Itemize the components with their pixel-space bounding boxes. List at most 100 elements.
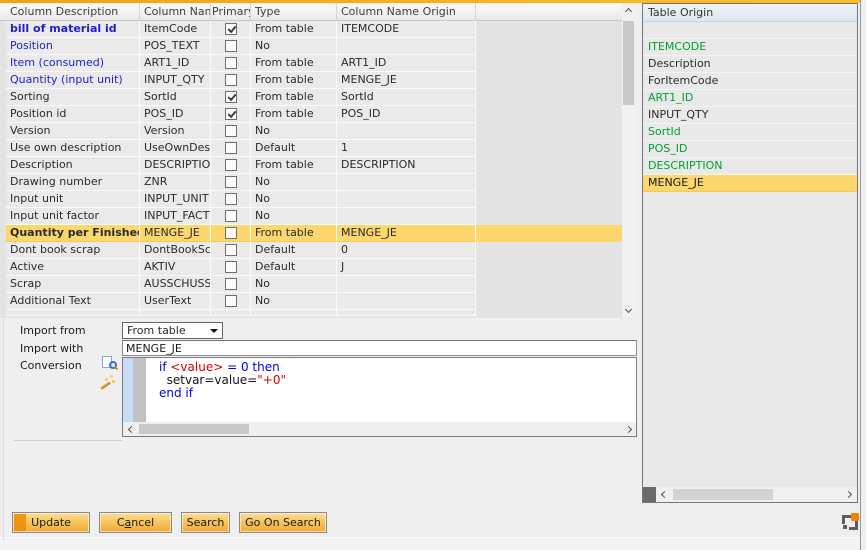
- scroll-thumb[interactable]: [623, 21, 634, 105]
- code-token: then: [252, 360, 279, 374]
- checkbox-icon[interactable]: [225, 57, 237, 69]
- checkbox-icon[interactable]: [225, 159, 237, 171]
- origin-column-item[interactable]: DESCRIPTION: [643, 158, 857, 175]
- cell-filler: [476, 259, 622, 276]
- code-line: end if: [159, 387, 636, 400]
- code-text[interactable]: if <value> = 0 then setvar=value="+0"end…: [146, 358, 636, 422]
- table-row[interactable]: Active AKTIV Default J: [0, 259, 622, 276]
- checkbox-icon[interactable]: [225, 74, 237, 86]
- button-label: Go On Search: [245, 516, 321, 529]
- import-from-dropdown[interactable]: From table: [122, 322, 223, 339]
- cell-primary: [211, 157, 251, 174]
- empty-cell: [6, 310, 140, 316]
- grip-square: [843, 525, 847, 529]
- checkbox-icon[interactable]: [225, 295, 237, 307]
- table-row[interactable]: Drawing number ZNR No: [0, 174, 622, 191]
- table-row[interactable]: Dont book scrap DontBookScrap Default 0: [0, 242, 622, 259]
- cell-column-name: SortId: [140, 89, 211, 106]
- cell-column-name-origin: [337, 293, 476, 310]
- checkbox-icon[interactable]: [225, 244, 237, 256]
- origin-column-item[interactable]: INPUT_QTY: [643, 107, 857, 124]
- cell-primary: [211, 21, 251, 38]
- editor-horizontal-scrollbar[interactable]: [123, 422, 636, 436]
- grip-corner: [849, 521, 858, 530]
- checkbox-icon[interactable]: [225, 23, 237, 35]
- table-row[interactable]: Use own description UseOwnDescription De…: [0, 140, 622, 157]
- checkbox-icon[interactable]: [225, 261, 237, 273]
- table-row[interactable]: Description DESCRIPTION From table DESCR…: [0, 157, 622, 174]
- scroll-track[interactable]: [622, 17, 635, 304]
- update-button[interactable]: Update: [12, 512, 90, 533]
- table-row[interactable]: Input unit INPUT_UNIT No: [0, 191, 622, 208]
- scroll-thumb[interactable]: [673, 489, 773, 500]
- cell-column-name: Version: [140, 123, 211, 140]
- table-row[interactable]: Position POS_TEXT No: [0, 38, 622, 55]
- cell-type: No: [251, 123, 337, 140]
- table-row[interactable]: Quantity per Finished Item MENGE_JE From…: [0, 225, 622, 242]
- code-token: if: [159, 360, 170, 374]
- table-row[interactable]: Item (consumed) ART1_ID From table ART1_…: [0, 55, 622, 72]
- scroll-left-button[interactable]: [656, 487, 671, 502]
- cancel-button[interactable]: Cancel: [99, 512, 172, 533]
- scroll-track[interactable]: [671, 487, 842, 502]
- editor-area[interactable]: if <value> = 0 then setvar=value="+0"end…: [123, 358, 636, 422]
- origin-column-item[interactable]: SortId: [643, 124, 857, 141]
- checkbox-icon[interactable]: [225, 108, 237, 120]
- origin-column-item[interactable]: MENGE_JE: [643, 175, 857, 192]
- script-wizard-icon[interactable]: [99, 374, 115, 390]
- origin-column-item[interactable]: POS_ID: [643, 141, 857, 158]
- checkbox-icon[interactable]: [225, 227, 237, 239]
- grid-vertical-scrollbar[interactable]: [622, 4, 635, 317]
- origin-column-item[interactable]: Description: [643, 56, 857, 73]
- table-row[interactable]: Input unit factor INPUT_FACTOR No: [0, 208, 622, 225]
- scroll-track[interactable]: [137, 422, 622, 436]
- import-with-input[interactable]: [122, 340, 637, 356]
- cell-column-name: INPUT_QTY: [140, 72, 211, 89]
- chevron-up-icon: [625, 8, 632, 15]
- origin-horizontal-scrollbar[interactable]: [643, 487, 857, 502]
- search-button[interactable]: Search: [181, 512, 230, 533]
- origin-column-item[interactable]: [643, 22, 857, 39]
- table-row[interactable]: bill of material id ItemCode From table …: [0, 21, 622, 38]
- origin-column-item[interactable]: ITEMCODE: [643, 39, 857, 56]
- preview-script-icon[interactable]: [102, 356, 117, 371]
- cell-column-description: Additional Text: [6, 293, 140, 310]
- scroll-thumb[interactable]: [139, 424, 249, 434]
- import-with-label: Import with: [20, 341, 83, 357]
- editor-selection-margin[interactable]: [123, 358, 133, 422]
- scroll-right-button[interactable]: [842, 487, 857, 502]
- cell-type: From table: [251, 106, 337, 123]
- cell-column-name-origin: [337, 276, 476, 293]
- scroll-left-button[interactable]: [123, 422, 137, 436]
- header-column-description: Column Description: [6, 3, 140, 20]
- origin-column-item[interactable]: ForItemCode: [643, 73, 857, 90]
- checkbox-icon[interactable]: [225, 91, 237, 103]
- code-token: end if: [159, 386, 193, 400]
- checkbox-icon[interactable]: [225, 278, 237, 290]
- scroll-down-button[interactable]: [622, 304, 635, 317]
- chevron-left-icon: [127, 425, 134, 432]
- table-row[interactable]: Version Version No: [0, 123, 622, 140]
- checkbox-icon[interactable]: [225, 40, 237, 52]
- checkbox-icon[interactable]: [225, 193, 237, 205]
- checkbox-icon[interactable]: [225, 125, 237, 137]
- cell-primary: [211, 55, 251, 72]
- cell-filler: [476, 21, 622, 38]
- conversion-script-editor[interactable]: if <value> = 0 then setvar=value="+0"end…: [122, 357, 637, 437]
- go-on-search-button[interactable]: Go On Search: [239, 512, 327, 533]
- origin-column-item[interactable]: ART1_ID: [643, 90, 857, 107]
- table-row[interactable]: Additional Text UserText No: [0, 293, 622, 310]
- cell-column-description: Item (consumed): [6, 55, 140, 72]
- checkbox-icon[interactable]: [225, 142, 237, 154]
- table-row[interactable]: Scrap AUSSCHUSS No: [0, 276, 622, 293]
- scroll-right-button[interactable]: [622, 422, 636, 436]
- table-row[interactable]: Sorting SortId From table SortId: [0, 89, 622, 106]
- table-row[interactable]: Quantity (input unit) INPUT_QTY From tab…: [0, 72, 622, 89]
- button-bar: Update Cancel Search Go On Search: [12, 512, 336, 533]
- resize-grip-icon[interactable]: [842, 513, 859, 530]
- cell-primary: [211, 293, 251, 310]
- checkbox-icon[interactable]: [225, 176, 237, 188]
- checkbox-icon[interactable]: [225, 210, 237, 222]
- table-row[interactable]: Position id POS_ID From table POS_ID: [0, 106, 622, 123]
- scroll-up-button[interactable]: [622, 4, 635, 17]
